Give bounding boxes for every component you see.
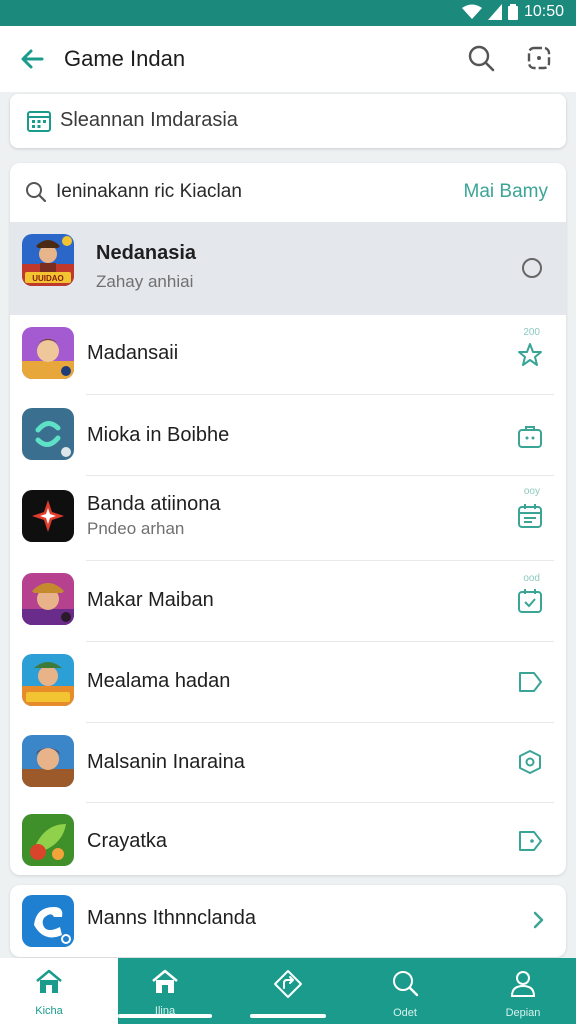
app-icon bbox=[22, 895, 74, 947]
app-subtitle: Pndeo arhan bbox=[87, 519, 185, 538]
chevron-right-icon[interactable] bbox=[528, 909, 548, 936]
app-icon bbox=[22, 814, 74, 866]
bag-icon[interactable] bbox=[516, 422, 544, 455]
calendar-icon[interactable] bbox=[516, 502, 544, 535]
nav-search[interactable]: Odet bbox=[360, 958, 450, 1024]
label-icon[interactable] bbox=[516, 827, 544, 860]
tag-icon[interactable] bbox=[516, 668, 544, 701]
shield-icon[interactable] bbox=[516, 748, 544, 781]
app-name: Banda atiinona bbox=[87, 493, 221, 515]
signal-icon bbox=[487, 4, 502, 20]
list-search-bar[interactable]: Ieninakann ric Kiaclan Mai Bamy bbox=[10, 163, 566, 222]
radio-icon[interactable] bbox=[520, 256, 544, 285]
search-action-link[interactable]: Mai Bamy bbox=[464, 181, 548, 203]
app-icon bbox=[22, 408, 74, 460]
search-icon bbox=[390, 968, 420, 1003]
search-icon bbox=[24, 180, 48, 209]
bottom-navigation: Kicha Ilina Odet Depian bbox=[0, 958, 576, 1024]
search-icon[interactable] bbox=[466, 43, 496, 78]
back-arrow-icon[interactable] bbox=[18, 45, 46, 78]
app-icon: UUIDAO bbox=[22, 234, 74, 286]
app-name: Mioka in Boibhe bbox=[87, 424, 230, 446]
wifi-icon bbox=[461, 4, 482, 20]
nav-label: Depian bbox=[505, 1007, 541, 1019]
person-icon bbox=[508, 968, 538, 1003]
calendar-check-icon[interactable] bbox=[516, 587, 544, 620]
page-title: Game Indan bbox=[64, 46, 186, 71]
category-card[interactable]: Sleannan Imdarasia bbox=[10, 94, 566, 148]
category-label: Sleannan Imdarasia bbox=[60, 109, 238, 131]
app-icon bbox=[22, 490, 74, 542]
app-icon bbox=[22, 327, 74, 379]
app-logo-text: UUIDAO bbox=[32, 274, 64, 283]
nav-label: Kicha bbox=[35, 1005, 63, 1017]
featured-name: Manns Ithnnclanda bbox=[87, 907, 257, 929]
app-name: Makar Maiban bbox=[87, 589, 214, 611]
nav-indicator bbox=[250, 1014, 326, 1018]
app-name: Crayatka bbox=[87, 830, 168, 852]
app-icon bbox=[22, 573, 74, 625]
battery-icon bbox=[507, 4, 518, 20]
list-item[interactable]: Mioka in Boibhe bbox=[10, 395, 566, 476]
app-name: Malsanin Inaraina bbox=[87, 751, 245, 773]
navigate-icon bbox=[272, 968, 304, 1005]
nav-label: Odet bbox=[393, 1007, 417, 1019]
star-icon[interactable] bbox=[516, 341, 544, 374]
nav-indicator bbox=[118, 1014, 212, 1018]
home-icon bbox=[34, 968, 64, 1001]
search-query: Ieninakann ric Kiaclan bbox=[56, 181, 242, 202]
status-bar: 10:50 bbox=[0, 0, 576, 26]
app-tiny-label: ood bbox=[523, 573, 540, 584]
list-item[interactable]: Crayatka bbox=[10, 803, 566, 875]
nav-profile[interactable]: Depian bbox=[478, 958, 568, 1024]
list-item[interactable]: Madansaii 200 bbox=[10, 315, 566, 395]
app-icon bbox=[22, 654, 74, 706]
list-item[interactable]: Malsanin Inaraina bbox=[10, 723, 566, 803]
app-list-card: Ieninakann ric Kiaclan Mai Bamy UUIDAO N… bbox=[10, 163, 566, 875]
nav-home-alt[interactable]: Ilina bbox=[118, 958, 212, 1024]
list-item[interactable]: Banda atiinona Pndeo arhan ooy bbox=[10, 476, 566, 561]
app-menu-icon[interactable] bbox=[524, 43, 554, 78]
nav-home[interactable]: Kicha bbox=[0, 958, 98, 1024]
status-icons: 10:50 bbox=[461, 3, 564, 21]
list-item[interactable]: Makar Maiban ood bbox=[10, 561, 566, 642]
nav-navigate[interactable] bbox=[240, 958, 336, 1024]
calendar-icon bbox=[27, 110, 51, 137]
list-item[interactable]: Mealama hadan bbox=[10, 642, 566, 723]
app-subtitle: Zahay anhiai bbox=[96, 272, 194, 291]
app-icon bbox=[22, 735, 74, 787]
app-name: Madansaii bbox=[87, 342, 179, 364]
app-tiny-label: ooy bbox=[523, 486, 540, 497]
list-item-selected[interactable]: UUIDAO Nedanasia Zahay anhiai bbox=[10, 222, 566, 315]
status-time: 10:50 bbox=[523, 3, 564, 20]
home-icon bbox=[150, 968, 180, 1001]
featured-card[interactable]: Manns Ithnnclanda bbox=[10, 885, 566, 957]
app-bar: Game Indan bbox=[0, 26, 576, 92]
app-tiny-label: 200 bbox=[523, 327, 540, 338]
app-name: Nedanasia bbox=[96, 242, 197, 264]
app-name: Mealama hadan bbox=[87, 670, 231, 692]
